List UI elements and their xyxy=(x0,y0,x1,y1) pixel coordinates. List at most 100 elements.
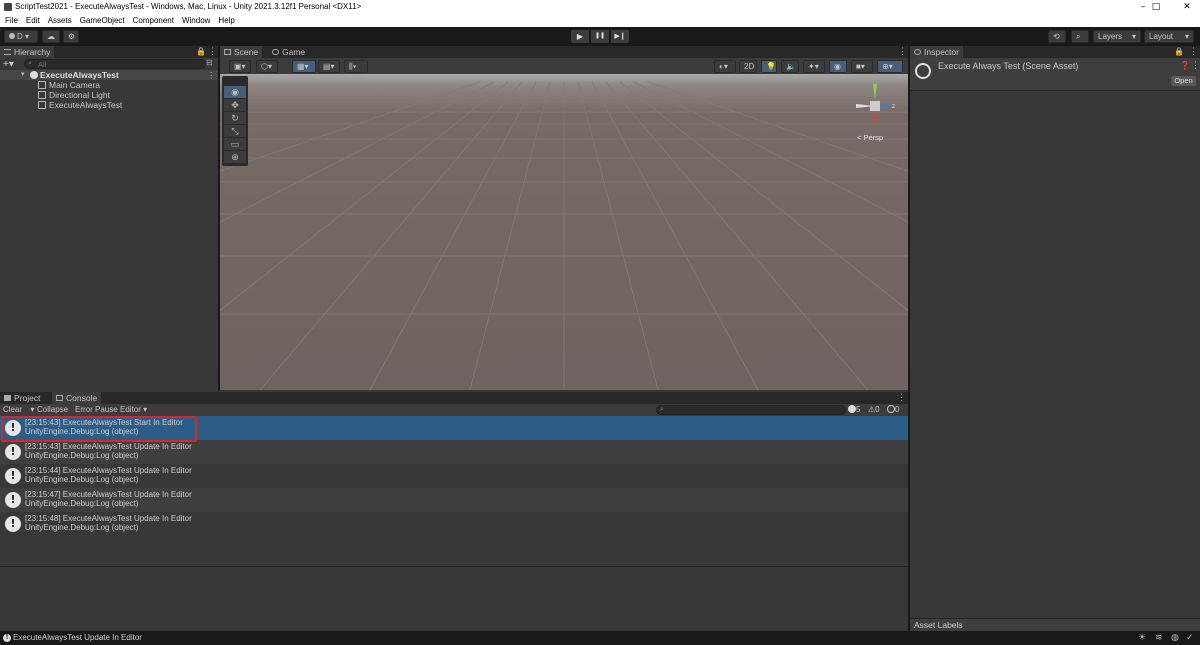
lock-icon[interactable]: 🔒 xyxy=(1174,47,1184,56)
editor-label: Editor xyxy=(120,405,141,414)
undo-history-button[interactable]: ⟲ xyxy=(1048,30,1066,43)
bug-icon[interactable]: ☀ xyxy=(1138,632,1146,643)
tool-handle-position[interactable]: ▣▾ xyxy=(229,60,251,73)
info-icon: ! xyxy=(3,634,11,642)
menu-gameobject[interactable]: GameObject xyxy=(76,14,129,27)
help-icon[interactable]: ❓ xyxy=(1180,61,1190,70)
console-entry[interactable]: ! [23:15:43] ExecuteAlwaysTest Update In… xyxy=(0,440,908,464)
error-pause-toggle[interactable]: Error Pause xyxy=(75,404,118,416)
rotate-tool-button[interactable]: ↻ xyxy=(224,112,246,124)
snap-increment-button[interactable]: ▤▾ xyxy=(318,60,340,73)
move-tool-button[interactable]: ✥ xyxy=(224,99,246,111)
tab-hierarchy[interactable]: Hierarchy xyxy=(0,46,55,58)
collapse-toggle[interactable]: Collapse xyxy=(37,404,68,416)
warning-count-toggle[interactable]: ⚠0 xyxy=(868,404,880,416)
splitter[interactable] xyxy=(218,46,220,391)
pause-button[interactable]: ❚❚ xyxy=(591,30,609,43)
layout-dropdown[interactable]: Layout ▾ xyxy=(1144,30,1194,43)
cache-server-icon[interactable]: ≋ xyxy=(1155,632,1163,643)
layout-label: Layout xyxy=(1149,32,1174,41)
window-title: ScriptTest2021 - ExecuteAlwaysTest - Win… xyxy=(15,2,362,11)
orientation-gizmo[interactable]: z xyxy=(850,80,900,136)
hierarchy-scene-row[interactable]: ▾ ExecuteAlwaysTest ⋮ xyxy=(0,70,218,80)
tab-inspector-label: Inspector xyxy=(924,47,959,57)
progress-icon[interactable]: ◍ xyxy=(1171,632,1179,643)
tab-project[interactable]: Project xyxy=(0,392,44,404)
snap-settings-button[interactable]: ⫼▾ xyxy=(344,60,368,73)
more-options-icon[interactable]: ⋮ xyxy=(1189,46,1198,57)
menu-window[interactable]: Window xyxy=(178,14,214,27)
tab-game[interactable]: Game xyxy=(268,46,309,58)
scene-viewport[interactable]: z < Persp xyxy=(220,74,908,390)
menu-assets[interactable]: Assets xyxy=(44,14,76,27)
console-search-input[interactable]: ⌕ xyxy=(656,405,846,415)
clear-button[interactable]: Clear ▾ xyxy=(3,404,34,416)
view-tool-button[interactable]: ◉ xyxy=(224,86,246,98)
tab-scene[interactable]: Scene xyxy=(220,46,263,58)
log-count-toggle[interactable]: 5 xyxy=(848,404,860,416)
scene-grid xyxy=(220,81,908,390)
hierarchy-search-input[interactable]: ⌕ All xyxy=(24,59,206,69)
more-options-icon[interactable]: ⋮ xyxy=(897,392,906,403)
console-entry-stack: UnityEngine.Debug:Log (object) xyxy=(25,523,139,532)
hierarchy-item-executealwaystest[interactable]: ExecuteAlwaysTest xyxy=(0,100,218,110)
search-button[interactable]: ⌕ xyxy=(1071,30,1089,43)
status-message[interactable]: ExecuteAlwaysTest Update In Editor xyxy=(13,633,142,642)
menu-edit[interactable]: Edit xyxy=(22,14,44,27)
expand-arrow-icon[interactable]: ▾ xyxy=(21,70,25,80)
console-entry[interactable]: ! [23:15:47] ExecuteAlwaysTest Update In… xyxy=(0,488,908,512)
collab-button[interactable]: ⚙ xyxy=(63,30,79,43)
hierarchy-item-directional-light[interactable]: Directional Light xyxy=(0,90,218,100)
menu-help[interactable]: Help xyxy=(214,14,238,27)
add-button[interactable]: +▾ xyxy=(3,59,14,70)
hierarchy-item-main-camera[interactable]: Main Camera xyxy=(0,80,218,90)
scale-tool-button[interactable]: ⤡ xyxy=(224,125,246,137)
unity-scene-icon xyxy=(915,63,931,79)
rect-tool-button[interactable]: ▭ xyxy=(224,138,246,150)
more-options-icon[interactable]: ⋮ xyxy=(898,46,907,57)
grid-snapping-toggle[interactable]: ▦▾ xyxy=(292,60,316,73)
menu-bar: File Edit Assets GameObject Component Window H… xyxy=(0,14,1200,27)
tab-inspector[interactable]: Inspector xyxy=(910,46,963,58)
more-options-icon[interactable]: ⋮ xyxy=(207,70,216,80)
camera-settings-dropdown[interactable]: ■▾ xyxy=(851,60,873,73)
chevron-down-icon: ▾ xyxy=(143,405,148,414)
console-entry[interactable]: ! [23:15:44] ExecuteAlwaysTest Update In… xyxy=(0,464,908,488)
more-options-icon[interactable]: ⋮ xyxy=(1191,60,1200,71)
asset-labels-section[interactable]: Asset Labels xyxy=(910,618,1200,631)
step-button[interactable]: ▶❙ xyxy=(611,30,629,43)
more-options-icon[interactable]: ⋮ xyxy=(208,46,217,57)
play-button[interactable]: ▶ xyxy=(571,30,589,43)
effects-dropdown[interactable]: ✦▾ xyxy=(803,60,825,73)
splitter[interactable] xyxy=(908,46,910,631)
toggle-2d-button[interactable]: 2D xyxy=(739,60,757,73)
lock-icon[interactable]: 🔒 xyxy=(196,47,206,56)
gizmos-dropdown[interactable]: ⊕▾ xyxy=(877,60,903,73)
maximize-button[interactable]: □ xyxy=(1143,0,1169,14)
tab-console[interactable]: Console xyxy=(52,392,102,404)
search-icon: ⌕ xyxy=(660,406,664,413)
account-dropdown[interactable]: D ▾ xyxy=(4,30,38,43)
draw-mode-dropdown[interactable]: ◐▾ xyxy=(714,60,736,73)
perspective-label[interactable]: < Persp xyxy=(857,133,883,142)
error-count-toggle[interactable]: 0 xyxy=(887,404,899,416)
layers-dropdown[interactable]: Layers ▾ xyxy=(1093,30,1141,43)
editor-dropdown[interactable]: Editor ▾ xyxy=(120,404,147,416)
menu-file[interactable]: File xyxy=(0,14,22,27)
scale-icon: ⤡ xyxy=(231,126,239,136)
scene-visibility-toggle[interactable]: ◉ xyxy=(829,60,847,73)
console-tab-bar: Project Console ⋮ xyxy=(0,392,908,404)
console-entry[interactable]: ! [23:15:48] ExecuteAlwaysTest Update In… xyxy=(0,512,908,536)
lighting-toggle[interactable]: 💡 xyxy=(761,60,777,73)
audio-toggle[interactable]: 🔈 xyxy=(781,60,799,73)
close-button[interactable]: ✕ xyxy=(1174,0,1200,14)
cloud-button[interactable]: ☁ xyxy=(42,30,60,43)
tool-handle-rotation[interactable]: ⬡▾ xyxy=(256,60,278,73)
scene-visibility-icon[interactable]: ⊟ xyxy=(206,58,213,67)
open-button[interactable]: Open xyxy=(1171,76,1196,86)
transform-tool-button[interactable]: ⊕ xyxy=(224,151,246,163)
lightbulb-icon: 💡 xyxy=(766,62,776,71)
menu-component[interactable]: Component xyxy=(129,14,178,27)
error-count: 0 xyxy=(895,405,900,414)
checkmark-icon[interactable]: ✓ xyxy=(1186,632,1194,643)
